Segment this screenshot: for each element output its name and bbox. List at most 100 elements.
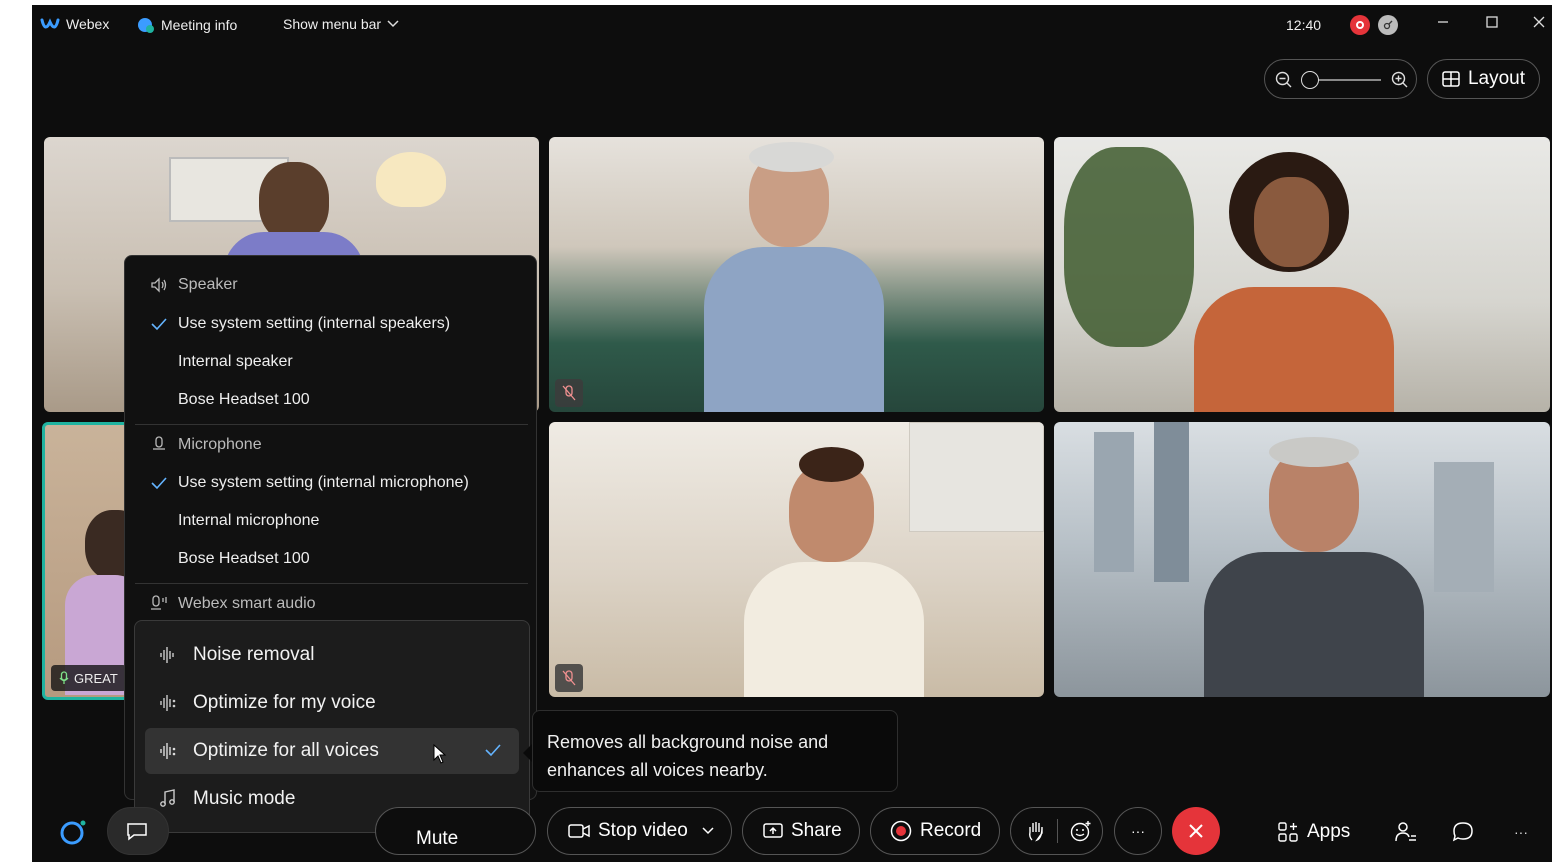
meeting-info-label: Meeting info xyxy=(161,17,238,33)
webex-logo-icon xyxy=(40,18,60,29)
smart-audio-option-all-voices[interactable]: Optimize for all voices xyxy=(145,728,519,774)
speaker-option-bose[interactable]: Bose Headset 100 xyxy=(125,381,538,419)
app-name: Webex xyxy=(66,16,110,32)
network-quality-label: GREAT xyxy=(74,670,118,686)
smart-audio-header: Webex smart audio xyxy=(125,585,538,623)
reactions-emoji-icon[interactable] xyxy=(1070,820,1092,842)
raise-hand-icon[interactable] xyxy=(1027,820,1045,842)
more-options-label: ··· xyxy=(1131,823,1145,839)
apps-grid-icon xyxy=(1278,822,1298,842)
clock: 12:40 xyxy=(1286,17,1322,33)
microphone-icon xyxy=(59,671,69,684)
meeting-info-icon xyxy=(138,18,154,33)
video-tile-5[interactable] xyxy=(549,422,1044,697)
menu-divider xyxy=(135,424,528,425)
smart-audio-option-label: Optimize for my voice xyxy=(193,692,376,713)
participants-icon[interactable] xyxy=(1389,815,1423,849)
show-menu-bar-label: Show menu bar xyxy=(283,16,382,32)
smart-audio-option-label: Optimize for all voices xyxy=(193,740,379,761)
overflow-menu-button[interactable]: ··· xyxy=(1504,815,1538,849)
menu-divider xyxy=(135,583,528,584)
layout-grid-icon xyxy=(1442,71,1460,87)
music-note-icon xyxy=(160,789,175,807)
show-menu-bar-button[interactable]: Show menu bar xyxy=(283,16,399,32)
smart-audio-tooltip: Removes all background noise and enhance… xyxy=(532,710,898,792)
speaker-option-label: Internal speaker xyxy=(178,353,293,370)
record-icon xyxy=(890,820,912,842)
smart-audio-option-noise-removal[interactable]: Noise removal xyxy=(145,632,519,678)
video-camera-icon xyxy=(568,824,590,838)
overflow-menu-label: ··· xyxy=(1514,824,1528,840)
voice-waveform-icon xyxy=(160,695,176,711)
zoom-in-icon[interactable] xyxy=(1391,71,1408,88)
participant-muted-badge xyxy=(555,664,583,692)
microphone-icon xyxy=(153,436,165,450)
zoom-slider-thumb[interactable] xyxy=(1301,71,1319,89)
mute-label: Mute xyxy=(416,828,459,849)
speaker-header-label: Speaker xyxy=(178,276,238,293)
microphone-muted-icon xyxy=(562,385,576,401)
share-label: Share xyxy=(791,820,842,841)
more-options-button[interactable]: ··· xyxy=(1114,807,1162,855)
smart-audio-icon xyxy=(151,595,167,610)
record-label: Record xyxy=(920,820,982,841)
speaker-option-label: Bose Headset 100 xyxy=(178,391,310,408)
microphone-header-label: Microphone xyxy=(178,436,262,453)
stop-video-label: Stop video xyxy=(598,820,688,841)
voice-waveform-icon xyxy=(160,743,176,759)
meeting-info-button[interactable]: Meeting info xyxy=(137,16,237,34)
captions-icon xyxy=(127,823,147,841)
maximize-icon[interactable] xyxy=(1482,14,1502,34)
end-call-button[interactable] xyxy=(1172,807,1220,855)
chat-icon[interactable] xyxy=(1446,815,1480,849)
mouse-cursor-icon xyxy=(433,744,447,764)
microphone-muted-icon xyxy=(562,670,576,686)
video-tile-3[interactable] xyxy=(1054,137,1550,412)
share-button[interactable]: Share xyxy=(742,807,860,855)
apps-label: Apps xyxy=(1307,821,1351,842)
webex-meeting-window: Webex Meeting info Show menu bar 12:40 L… xyxy=(32,5,1552,862)
record-button[interactable]: Record xyxy=(870,807,1000,855)
speaker-header: Speaker xyxy=(125,266,538,304)
title-bar: Webex Meeting info Show menu bar 12:40 xyxy=(32,5,1552,45)
chevron-down-icon[interactable] xyxy=(702,827,714,835)
video-tile-2[interactable] xyxy=(549,137,1044,412)
recording-indicator-icon xyxy=(1350,15,1370,35)
zoom-control xyxy=(1264,59,1417,99)
stop-video-button[interactable]: Stop video xyxy=(547,807,732,855)
microphone-option-label: Use system setting (internal microphone) xyxy=(178,474,469,491)
checkmark-icon xyxy=(151,318,167,331)
mute-button[interactable]: Mute xyxy=(375,807,536,855)
smart-audio-option-label: Noise removal xyxy=(193,644,315,665)
webex-assistant-icon[interactable] xyxy=(56,815,90,849)
zoom-out-icon[interactable] xyxy=(1275,71,1292,88)
webex-app-menu[interactable]: Webex xyxy=(40,16,109,32)
divider xyxy=(1057,819,1058,843)
close-icon[interactable] xyxy=(1529,14,1549,34)
checkmark-icon xyxy=(485,744,501,757)
lock-icon[interactable] xyxy=(1378,15,1398,35)
microphone-option-label: Bose Headset 100 xyxy=(178,550,310,567)
close-icon xyxy=(1189,824,1203,838)
video-tile-6[interactable] xyxy=(1054,422,1550,697)
apps-button[interactable]: Apps xyxy=(1277,818,1350,846)
reactions-group xyxy=(1010,807,1103,855)
smart-audio-option-my-voice[interactable]: Optimize for my voice xyxy=(145,680,519,726)
speaker-option-system[interactable]: Use system setting (internal speakers) xyxy=(125,305,538,343)
microphone-header: Microphone xyxy=(125,426,538,464)
checkmark-icon xyxy=(151,477,167,490)
waveform-icon xyxy=(160,647,174,663)
microphone-option-internal[interactable]: Internal microphone xyxy=(125,502,538,540)
captions-button[interactable] xyxy=(107,807,169,855)
participant-muted-badge xyxy=(555,379,583,407)
smart-audio-option-label: Music mode xyxy=(193,788,296,809)
speaker-icon xyxy=(151,277,167,293)
layout-button[interactable]: Layout xyxy=(1427,59,1540,99)
smart-audio-submenu: Noise removal Optimize for my voice Opti… xyxy=(134,620,530,833)
speaker-option-internal[interactable]: Internal speaker xyxy=(125,343,538,381)
share-screen-icon xyxy=(763,823,783,838)
minimize-icon[interactable] xyxy=(1433,14,1453,34)
microphone-option-bose[interactable]: Bose Headset 100 xyxy=(125,540,538,578)
microphone-option-system[interactable]: Use system setting (internal microphone) xyxy=(125,464,538,502)
network-quality-badge: GREAT xyxy=(51,665,127,691)
